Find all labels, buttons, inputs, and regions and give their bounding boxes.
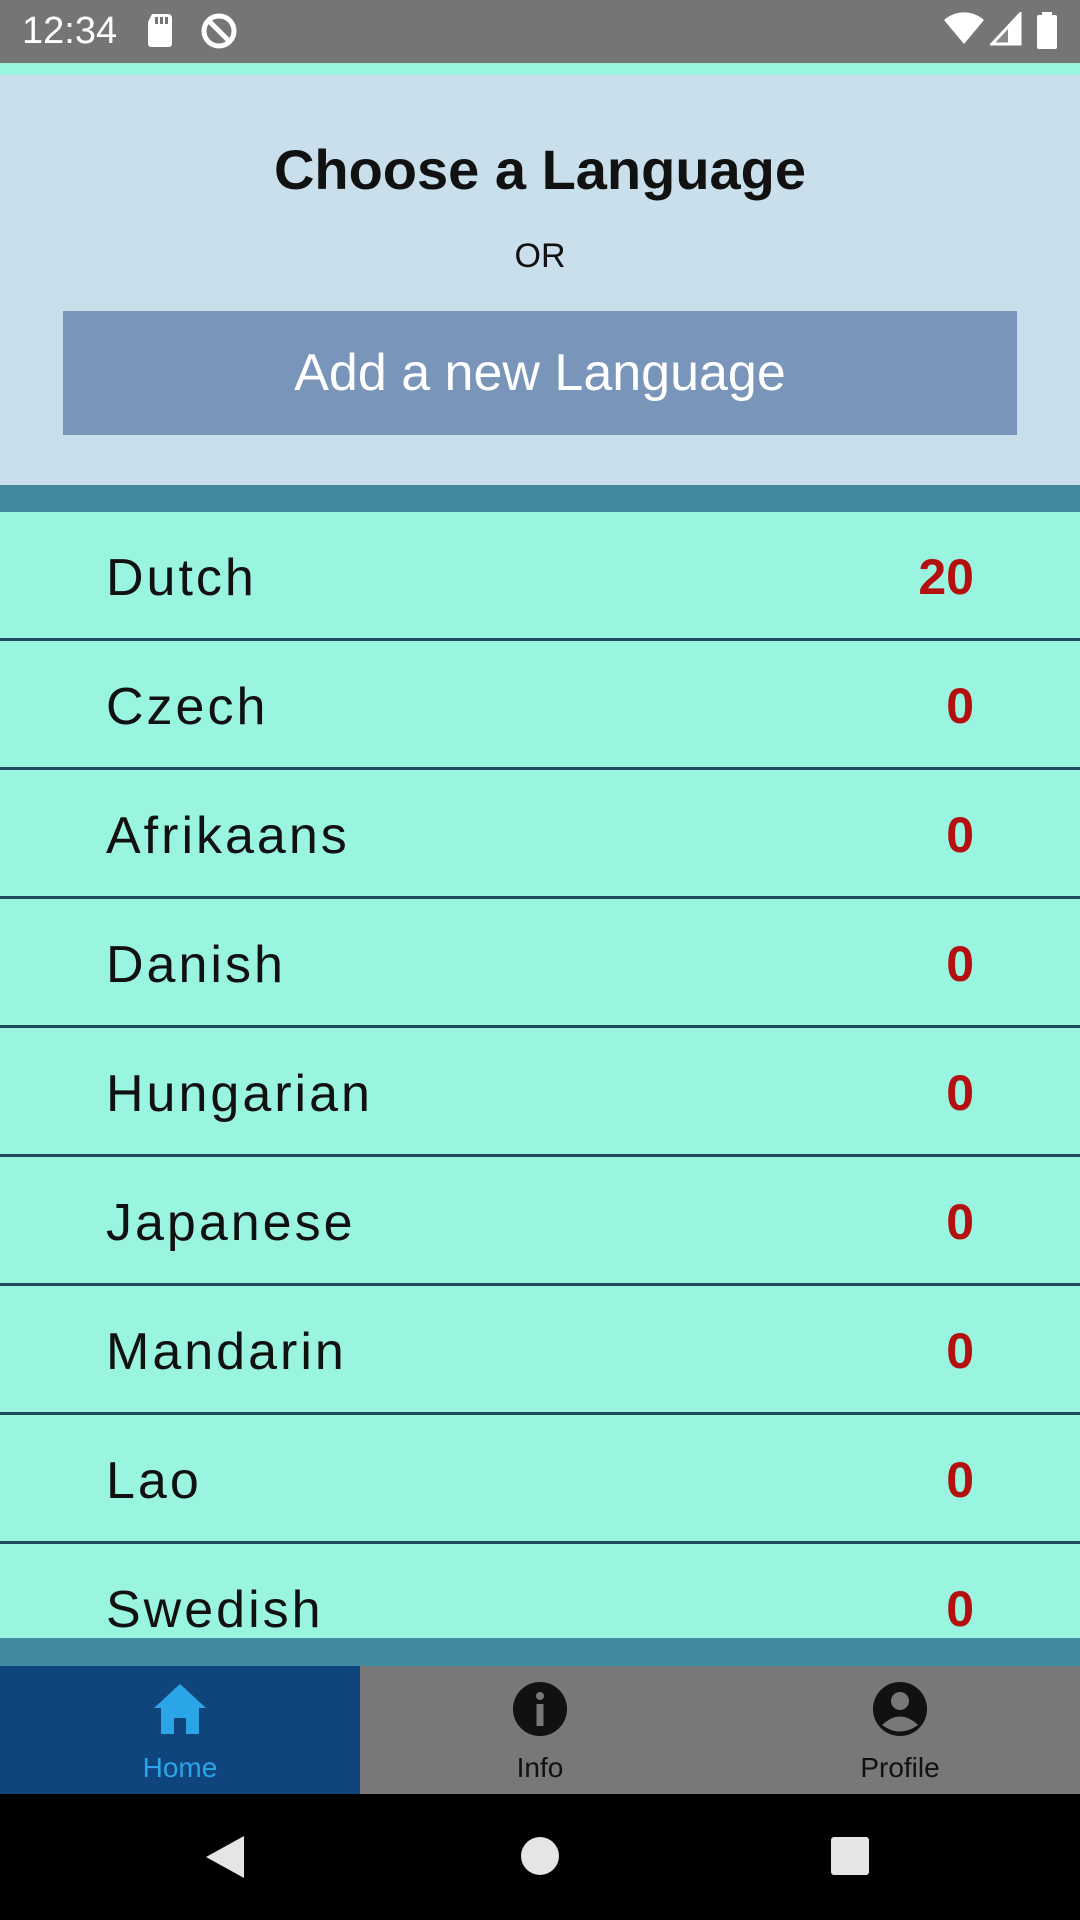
language-name: Afrikaans — [106, 807, 350, 865]
sync-disabled-icon — [201, 13, 237, 49]
language-name: Mandarin — [106, 1323, 347, 1381]
language-header: Choose a Language OR Add a new Language — [0, 75, 1080, 485]
language-row-japanese[interactable]: Japanese 0 — [0, 1157, 1080, 1286]
language-count: 0 — [946, 936, 974, 992]
info-icon — [513, 1682, 567, 1736]
battery-icon — [1037, 12, 1057, 49]
recents-icon[interactable] — [830, 1836, 870, 1876]
language-row-swedish[interactable]: Swedish 0 — [0, 1544, 1080, 1638]
language-row-mandarin[interactable]: Mandarin 0 — [0, 1286, 1080, 1415]
nav-info[interactable]: Info — [360, 1666, 720, 1794]
language-count: 0 — [946, 1452, 974, 1508]
home-circle-icon[interactable] — [520, 1836, 560, 1876]
top-accent-strip — [0, 63, 1080, 75]
nav-home[interactable]: Home — [0, 1666, 360, 1794]
signal-icon — [990, 12, 1022, 46]
profile-icon — [873, 1682, 927, 1736]
language-count: 0 — [946, 1323, 974, 1379]
system-navigation-bar — [0, 1794, 1080, 1920]
language-name: Czech — [106, 678, 269, 736]
language-row-dutch[interactable]: Dutch 20 — [0, 512, 1080, 641]
language-name: Lao — [106, 1452, 202, 1510]
sd-card-icon — [148, 14, 172, 47]
language-count: 0 — [946, 1581, 974, 1637]
language-row-czech[interactable]: Czech 0 — [0, 641, 1080, 770]
language-name: Swedish — [106, 1581, 324, 1638]
language-name: Hungarian — [106, 1065, 373, 1123]
language-row-afrikaans[interactable]: Afrikaans 0 — [0, 770, 1080, 899]
nav-profile[interactable]: Profile — [720, 1666, 1080, 1794]
add-language-button[interactable]: Add a new Language — [63, 311, 1017, 435]
nav-profile-label: Profile — [860, 1752, 940, 1783]
language-count: 20 — [918, 549, 974, 605]
status-time: 12:34 — [22, 10, 118, 52]
nav-info-label: Info — [516, 1752, 564, 1783]
home-icon — [154, 1684, 206, 1734]
language-count: 0 — [946, 1065, 974, 1121]
language-name: Japanese — [106, 1194, 356, 1252]
language-count: 0 — [946, 1194, 974, 1250]
language-count: 0 — [946, 807, 974, 863]
back-icon[interactable] — [204, 1834, 246, 1880]
wifi-icon — [944, 12, 984, 44]
language-name: Danish — [106, 936, 286, 994]
nav-home-label: Home — [142, 1752, 218, 1783]
page-title: Choose a Language — [273, 138, 807, 201]
language-row-hungarian[interactable]: Hungarian 0 — [0, 1028, 1080, 1157]
language-name: Dutch — [106, 549, 257, 607]
language-count: 0 — [946, 678, 974, 734]
language-row-danish[interactable]: Danish 0 — [0, 899, 1080, 1028]
language-list[interactable]: Dutch 20 Czech 0 Afrikaans 0 Danish 0 Hu… — [0, 512, 1080, 1638]
bottom-navigation: Home Info Profile — [0, 1666, 1080, 1794]
or-separator: OR — [514, 237, 566, 275]
list-top-divider — [0, 485, 1080, 512]
language-row-lao[interactable]: Lao 0 — [0, 1415, 1080, 1544]
list-bottom-divider — [0, 1638, 1080, 1666]
status-bar: 12:34 — [0, 0, 1080, 63]
